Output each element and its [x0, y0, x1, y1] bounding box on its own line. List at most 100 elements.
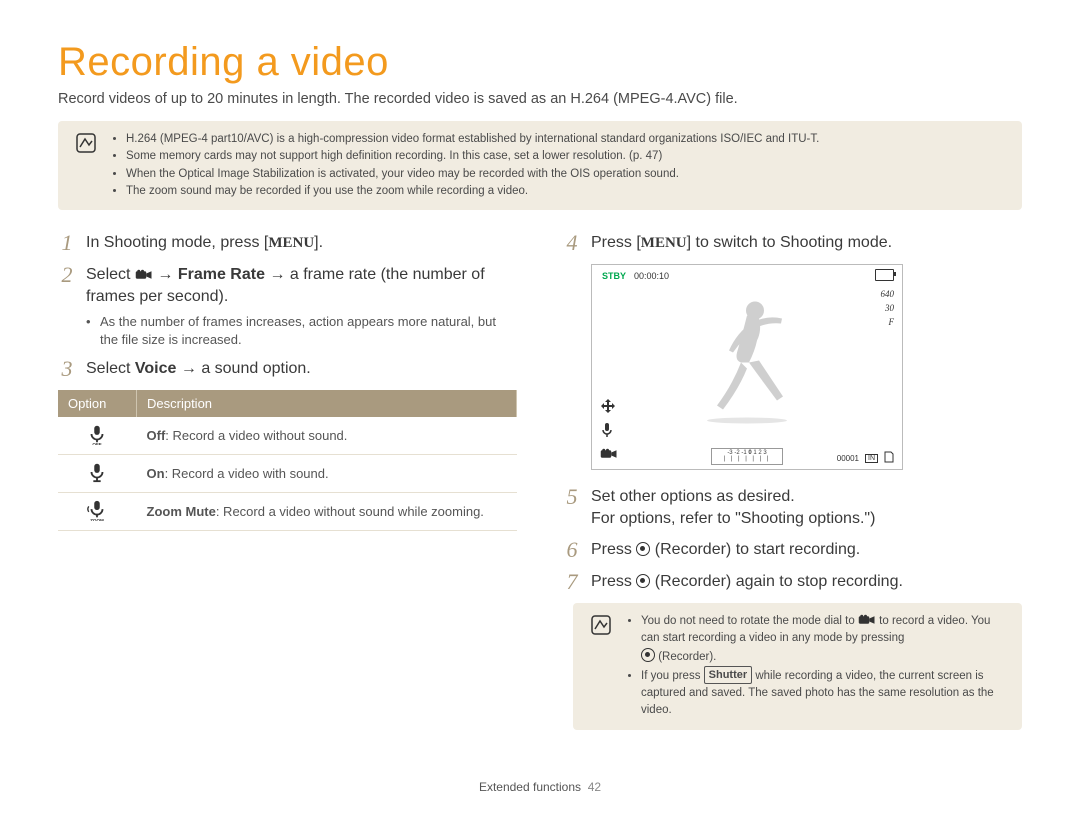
camcorder-icon — [135, 267, 153, 281]
step-3: 3 Select Voice → a sound option. — [58, 358, 517, 380]
stby-label: STBY — [602, 271, 626, 281]
text: Press — [591, 573, 636, 590]
note-item: Some memory cards may not support high d… — [126, 148, 819, 165]
shutter-button-label: Shutter — [704, 666, 753, 685]
note-icon — [76, 133, 96, 153]
bold-text: Voice — [135, 360, 177, 377]
text: For options, refer to "Shooting options.… — [591, 510, 875, 527]
mic-zoom-mute-icon: ZOOM — [86, 499, 108, 521]
camcorder-icon — [858, 613, 876, 627]
step-4: 4 Press [MENU] to switch to Shooting mod… — [563, 232, 1022, 254]
step-sub: As the number of frames increases, actio… — [86, 313, 517, 348]
counter-label: 00001 — [837, 454, 859, 463]
option-desc: Zoom Mute: Record a video without sound … — [137, 493, 517, 531]
bold-text: Frame Rate — [178, 266, 265, 283]
svg-text:OFF: OFF — [93, 442, 102, 445]
text: (Recorder) to start recording. — [655, 541, 860, 558]
step-body: Press (Recorder) to start recording. — [591, 539, 1022, 561]
step-number: 2 — [58, 264, 76, 286]
timer-label: 00:00:10 — [634, 271, 669, 281]
page-number: 42 — [588, 780, 601, 794]
left-column: 1 In Shooting mode, press [MENU]. 2 Sele… — [58, 232, 517, 752]
step-number: 3 — [58, 358, 76, 380]
record-button-icon — [636, 574, 650, 588]
options-table: Option Description OFF Off: Record a vid… — [58, 390, 517, 531]
footer-section: Extended functions — [479, 780, 581, 794]
note-list: You do not need to rotate the mode dial … — [625, 613, 1006, 720]
manual-page: Recording a video Record videos of up to… — [0, 0, 1080, 814]
resolution-label: 640 — [881, 287, 895, 301]
note-item: If you press Shutter while recording a v… — [641, 666, 1006, 720]
left-indicators — [600, 397, 616, 447]
right-indicators: 640 30 F — [881, 287, 895, 329]
svg-text:ZOOM: ZOOM — [90, 518, 104, 521]
flash-label: F — [881, 315, 895, 329]
step-number: 5 — [563, 486, 581, 508]
card-icon — [884, 451, 894, 465]
camera-preview: STBY 00:00:10 640 30 F — [591, 264, 903, 470]
option-desc: On: Record a video with sound. — [137, 455, 517, 493]
right-column: 4 Press [MENU] to switch to Shooting mod… — [563, 232, 1022, 752]
step-6: 6 Press (Recorder) to start recording. — [563, 539, 1022, 561]
step-number: 6 — [563, 539, 581, 561]
content-columns: 1 In Shooting mode, press [MENU]. 2 Sele… — [58, 232, 1022, 752]
note-item: You do not need to rotate the mode dial … — [641, 613, 1006, 666]
step-2: 2 Select → Frame Rate → a frame rate (th… — [58, 264, 517, 348]
text: ]. — [314, 234, 323, 251]
page-title: Recording a video — [58, 40, 1022, 85]
intro-text: Record videos of up to 20 minutes in len… — [58, 91, 1022, 107]
battery-icon — [875, 269, 894, 281]
note-box-top: H.264 (MPEG-4 part10/AVC) is a high-comp… — [58, 121, 1022, 210]
record-button-icon — [636, 542, 650, 556]
note-box-bottom: You do not need to rotate the mode dial … — [573, 603, 1022, 730]
step-body: Set other options as desired. For option… — [591, 486, 1022, 529]
note-list: H.264 (MPEG-4 part10/AVC) is a high-comp… — [110, 131, 819, 200]
option-icon-cell: OFF — [58, 417, 137, 455]
step-1: 1 In Shooting mode, press [MENU]. — [58, 232, 517, 254]
bottom-indicators: 00001 IN — [592, 451, 902, 465]
arrow: → — [157, 266, 177, 283]
step-7: 7 Press (Recorder) again to stop recordi… — [563, 571, 1022, 593]
table-row: OFF Off: Record a video without sound. — [58, 417, 517, 455]
step-body: Press [MENU] to switch to Shooting mode. — [591, 232, 1022, 254]
storage-label: IN — [865, 454, 878, 463]
text: (Recorder) again to stop recording. — [655, 573, 903, 590]
fps-label: 30 — [881, 301, 895, 315]
step-body: In Shooting mode, press [MENU]. — [86, 232, 517, 254]
step-5: 5 Set other options as desired. For opti… — [563, 486, 1022, 529]
option-desc: Off: Record a video without sound. — [137, 417, 517, 455]
note-item: H.264 (MPEG-4 part10/AVC) is a high-comp… — [126, 131, 819, 148]
step-number: 1 — [58, 232, 76, 254]
mic-on-icon — [86, 461, 108, 483]
step-number: 4 — [563, 232, 581, 254]
mic-icon — [600, 422, 616, 443]
step-body: Press (Recorder) again to stop recording… — [591, 571, 1022, 593]
skater-illustration — [687, 290, 807, 435]
note-item: When the Optical Image Stabilization is … — [126, 166, 819, 183]
step-body: Select → Frame Rate → a frame rate (the … — [86, 264, 517, 348]
table-row: On: Record a video with sound. — [58, 455, 517, 493]
text: Press [ — [591, 234, 641, 251]
text: Select — [86, 266, 135, 283]
table-row: ZOOM Zoom Mute: Record a video without s… — [58, 493, 517, 531]
record-button-icon — [641, 648, 655, 662]
text: Set other options as desired. — [591, 488, 795, 505]
th-option: Option — [58, 390, 137, 417]
text: Press — [591, 541, 636, 558]
option-icon-cell: ZOOM — [58, 493, 137, 531]
option-icon-cell — [58, 455, 137, 493]
text: → a sound option. — [176, 360, 310, 377]
th-description: Description — [137, 390, 517, 417]
page-footer: Extended functions 42 — [58, 780, 1022, 794]
note-icon — [591, 615, 611, 635]
note-item: The zoom sound may be recorded if you us… — [126, 183, 819, 200]
mic-off-icon: OFF — [86, 423, 108, 445]
ois-icon — [600, 397, 616, 418]
menu-label: MENU — [641, 235, 687, 251]
text: ] to switch to Shooting mode. — [687, 234, 892, 251]
text: Select — [86, 360, 135, 377]
text: In Shooting mode, press [ — [86, 234, 268, 251]
step-number: 7 — [563, 571, 581, 593]
menu-label: MENU — [268, 235, 314, 251]
step-body: Select Voice → a sound option. — [86, 358, 517, 380]
